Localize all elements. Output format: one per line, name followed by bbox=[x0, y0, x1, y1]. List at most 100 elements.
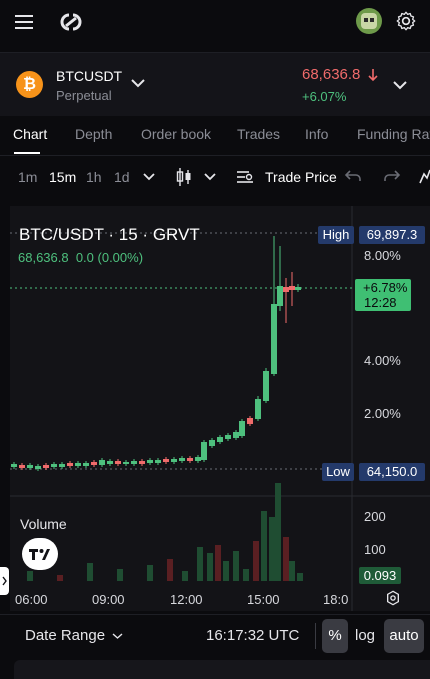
candle-body bbox=[163, 459, 169, 462]
candle-body bbox=[179, 458, 185, 461]
candle-body bbox=[83, 463, 89, 466]
price-change-pct: +6.07% bbox=[302, 89, 347, 104]
volume-bar bbox=[223, 561, 229, 581]
time-tick-0900: 09:00 bbox=[92, 592, 125, 607]
top-bar bbox=[0, 0, 430, 52]
pct-tick-4: 4.00% bbox=[364, 353, 401, 368]
divider bbox=[315, 623, 316, 649]
chart-toolbar: 1m 15m 1h 1d Trade Price bbox=[0, 157, 430, 197]
volume-bar bbox=[57, 575, 63, 581]
tab-funding-rate[interactable]: Funding Rate bbox=[357, 126, 430, 142]
volume-bar bbox=[215, 545, 221, 581]
vol-tick-200: 200 bbox=[364, 509, 386, 524]
settings-gear-icon[interactable] bbox=[396, 11, 416, 31]
chart-settings-gear-icon[interactable] bbox=[385, 590, 401, 606]
volume-label: Volume bbox=[20, 516, 67, 532]
candle-body bbox=[91, 462, 97, 465]
tab-order-book[interactable]: Order book bbox=[141, 126, 211, 142]
interval-dropdown-chevron-icon[interactable] bbox=[143, 172, 155, 181]
price-expand-chevron-icon[interactable] bbox=[392, 79, 408, 91]
app-logo-icon[interactable] bbox=[56, 8, 86, 36]
candle-body bbox=[283, 287, 289, 292]
time-tick-1800: 18:0 bbox=[323, 592, 349, 607]
redo-icon[interactable] bbox=[383, 169, 401, 183]
pct-tick-8: 8.00% bbox=[364, 248, 401, 263]
candle-body bbox=[147, 460, 153, 463]
pair-selector-chevron-icon[interactable] bbox=[130, 77, 146, 89]
volume-bar bbox=[167, 559, 173, 581]
price-source-label[interactable]: Trade Price bbox=[265, 169, 337, 185]
chart-title: BTC/USDT · 15 · GRVT bbox=[19, 225, 200, 244]
indicators-chart-icon[interactable] bbox=[419, 168, 430, 184]
interval-1m[interactable]: 1m bbox=[18, 169, 37, 185]
chart-type-dropdown-chevron-icon[interactable] bbox=[204, 172, 216, 181]
volume-bar bbox=[27, 571, 33, 581]
volume-bar bbox=[253, 541, 259, 581]
candle-body bbox=[35, 466, 41, 469]
avatar[interactable] bbox=[356, 8, 382, 34]
bottom-panel-edge bbox=[14, 660, 430, 679]
chart-bottom-bar: Date Range 16:17:32 UTC % log auto bbox=[0, 614, 430, 656]
volume-bar bbox=[197, 547, 203, 581]
volume-value-badge: 0.093 bbox=[359, 567, 401, 584]
tab-depth[interactable]: Depth bbox=[75, 126, 112, 142]
tab-chart[interactable]: Chart bbox=[13, 126, 47, 142]
utc-clock[interactable]: 16:17:32 UTC bbox=[206, 627, 299, 644]
ohlc-readout: 68,636.8 0.0 (0.00%) bbox=[18, 250, 144, 265]
candle-body bbox=[195, 457, 201, 461]
current-change-value: +6.78% bbox=[363, 280, 408, 295]
low-label: Low bbox=[322, 463, 354, 481]
tab-info[interactable]: Info bbox=[305, 126, 328, 142]
volume-bar bbox=[275, 483, 281, 581]
undo-icon[interactable] bbox=[344, 169, 362, 183]
pct-tick-2: 2.00% bbox=[364, 406, 401, 421]
candle-body bbox=[209, 440, 215, 446]
candle-body bbox=[11, 464, 17, 467]
volume-bar bbox=[289, 561, 295, 581]
candle-body bbox=[67, 463, 73, 466]
pair-symbol: BTCUSDT bbox=[56, 68, 123, 84]
high-label: High bbox=[318, 226, 354, 244]
candle-body bbox=[107, 461, 113, 464]
pair-header[interactable]: ₿ BTCUSDT Perpetual 68,636.8 +6.07% bbox=[0, 52, 430, 116]
auto-scale-button[interactable]: auto bbox=[384, 619, 424, 653]
candle-body bbox=[239, 421, 245, 436]
price-source-icon[interactable] bbox=[236, 170, 254, 184]
candle-body bbox=[263, 371, 269, 401]
volume-bar bbox=[297, 573, 303, 581]
tab-bar: Chart Depth Order book Trades Info Fundi… bbox=[0, 116, 430, 156]
time-tick-0600: 06:00 bbox=[15, 592, 48, 607]
candle-body bbox=[247, 418, 253, 424]
candle-body bbox=[171, 459, 177, 462]
candle-body bbox=[27, 465, 33, 468]
volume-bar bbox=[207, 553, 213, 581]
current-change-badge: +6.78% 12:28 bbox=[355, 279, 411, 311]
active-tab-indicator bbox=[14, 152, 40, 154]
sidebar-expand-handle[interactable] bbox=[0, 567, 9, 595]
tab-trades[interactable]: Trades bbox=[237, 126, 280, 142]
hamburger-menu-icon[interactable] bbox=[14, 12, 34, 32]
candle-body bbox=[217, 437, 223, 442]
candle-body bbox=[277, 286, 283, 306]
candle-body bbox=[225, 435, 231, 439]
candle-body bbox=[201, 442, 207, 460]
tradingview-logo[interactable] bbox=[22, 538, 58, 570]
date-range-chevron-icon[interactable] bbox=[112, 632, 123, 640]
candle-body bbox=[271, 304, 277, 374]
btc-coin-icon: ₿ bbox=[16, 71, 43, 98]
candle-body bbox=[295, 287, 301, 290]
candle-body bbox=[59, 464, 65, 467]
date-range-button[interactable]: Date Range bbox=[25, 627, 105, 644]
log-scale-button[interactable]: log bbox=[350, 619, 380, 653]
candle-body bbox=[255, 399, 261, 419]
last-price: 68,636.8 bbox=[302, 66, 361, 83]
interval-1h[interactable]: 1h bbox=[86, 169, 102, 185]
percent-scale-button[interactable]: % bbox=[322, 619, 348, 653]
interval-15m[interactable]: 15m bbox=[49, 169, 76, 185]
candle-body bbox=[187, 458, 193, 461]
volume-bar bbox=[243, 569, 249, 581]
candle-countdown: 12:28 bbox=[364, 295, 397, 310]
candlestick-type-icon[interactable] bbox=[176, 167, 192, 187]
candle-body bbox=[19, 465, 25, 468]
interval-1d[interactable]: 1d bbox=[114, 169, 130, 185]
